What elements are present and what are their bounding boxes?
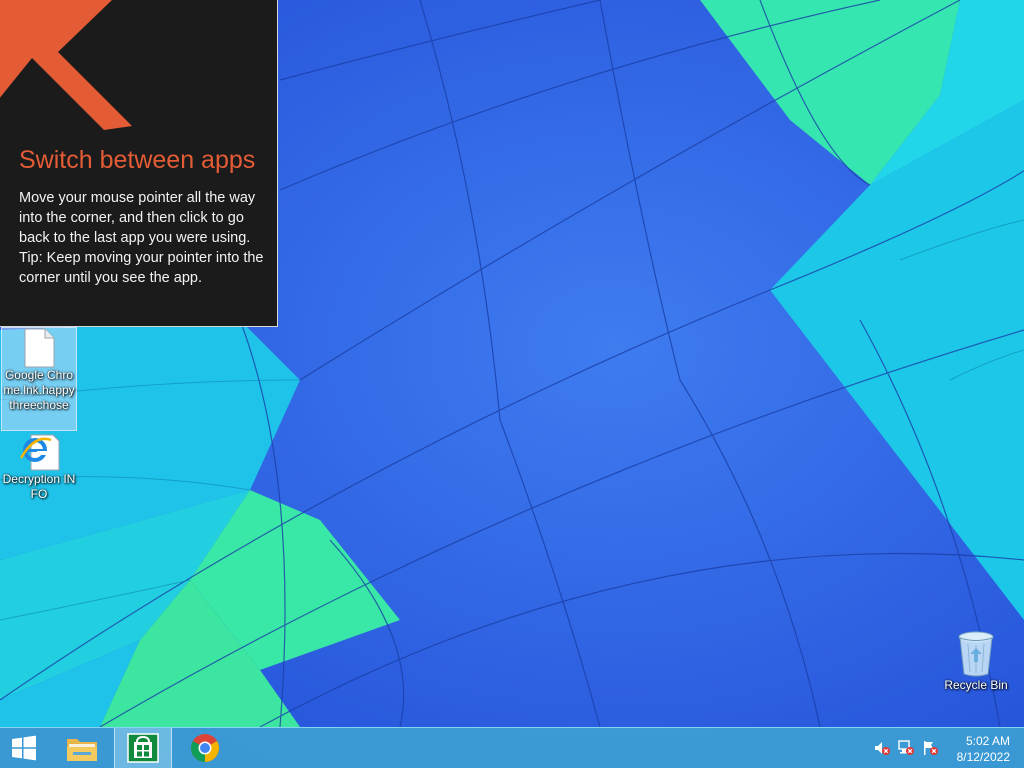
network-error-icon[interactable]: [898, 740, 914, 756]
desktop-icon-label: Google Chrome.lnk.happythreechose: [3, 368, 75, 412]
document-icon: [24, 328, 55, 368]
desktop-icon-recycle-bin[interactable]: Recycle Bin: [938, 630, 1014, 693]
desktop-icon-label: Decryption INFO: [2, 472, 76, 501]
action-center-flag-icon[interactable]: [922, 740, 938, 756]
taskbar-windows-store[interactable]: [114, 728, 172, 768]
taskbar-clock[interactable]: 5:02 AM 8/12/2022: [946, 733, 1010, 765]
chrome-icon: [191, 734, 219, 762]
recycle-bin-icon: [958, 631, 994, 677]
tip-body-hint: Tip: Keep moving your pointer into the c…: [19, 250, 264, 286]
desktop[interactable]: Switch between apps Move your mouse poin…: [0, 0, 1024, 768]
file-explorer-icon: [67, 739, 97, 761]
start-button[interactable]: [0, 728, 48, 768]
internet-explorer-icon: [19, 434, 60, 471]
taskbar: 5:02 AM 8/12/2022: [0, 727, 1024, 768]
arrow-up-left-icon: [0, 0, 132, 130]
tip-title: Switch between apps: [19, 146, 256, 174]
taskbar-file-explorer[interactable]: [58, 728, 106, 768]
clock-time: 5:02 AM: [965, 734, 1010, 748]
desktop-icon-label: Recycle Bin: [944, 678, 1008, 692]
taskbar-chrome[interactable]: [180, 728, 230, 768]
desktop-icon-chrome-lnk[interactable]: Google Chrome.lnk.happythreechose: [1, 327, 77, 431]
tip-body: Move your mouse pointer all the way into…: [19, 188, 264, 288]
windows-start-icon: [12, 735, 36, 761]
tip-body-text: Move your mouse pointer all the way into…: [19, 190, 256, 246]
windows-store-icon: [127, 733, 159, 763]
volume-muted-icon[interactable]: [874, 740, 890, 756]
desktop-icon-decryption-info[interactable]: Decryption INFO: [1, 430, 77, 502]
switch-apps-tip: Switch between apps Move your mouse poin…: [0, 0, 278, 327]
clock-date: 8/12/2022: [956, 750, 1010, 764]
